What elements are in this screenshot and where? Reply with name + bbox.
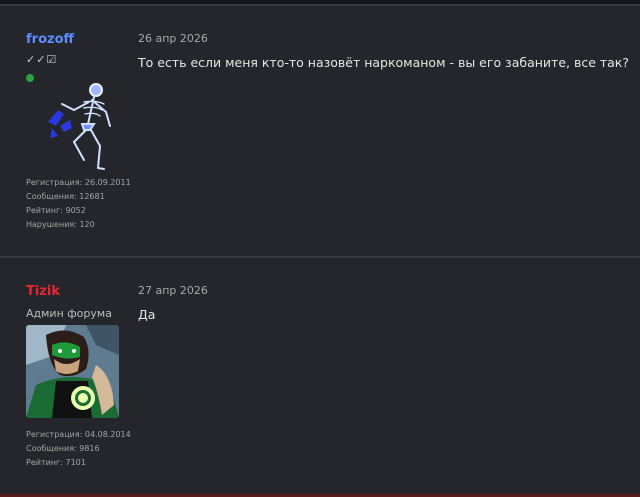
- stat-violations: Нарушения: 120: [26, 220, 95, 229]
- author-role: Админ форума: [26, 307, 112, 320]
- forum-post: frozoff ✓✓☑ Регистрация: 26.09.2011 Сооб…: [0, 5, 640, 257]
- author-username[interactable]: frozoff: [26, 32, 136, 47]
- stat-registration: Регистрация: 26.09.2011: [26, 178, 131, 187]
- stat-registration: Регистрация: 04.08.2014: [26, 430, 131, 439]
- post-date[interactable]: 26 апр 2026: [138, 32, 629, 45]
- post-message: Да: [138, 307, 156, 322]
- post-author: Tizik Админ форума: [26, 284, 136, 320]
- online-status-icon: [26, 74, 34, 82]
- forum-post: Tizik Админ форума Регистрация: 04.08.20…: [0, 257, 640, 495]
- user-badges: ✓✓☑: [26, 53, 58, 66]
- post-author: frozoff ✓✓☑: [26, 32, 136, 82]
- author-stats: Регистрация: 04.08.2014 Сообщения: 9816 …: [26, 428, 131, 470]
- stat-rating: Рейтинг: 7101: [26, 458, 86, 467]
- post-content: 26 апр 2026 То есть если меня кто-то наз…: [138, 32, 629, 70]
- post-content: 27 апр 2026 Да: [138, 284, 208, 322]
- post-date[interactable]: 27 апр 2026: [138, 284, 208, 297]
- author-username[interactable]: Tizik: [26, 284, 136, 299]
- stat-rating: Рейтинг: 9052: [26, 206, 86, 215]
- stat-messages: Сообщения: 12681: [26, 192, 105, 201]
- green-lantern-avatar[interactable]: [26, 325, 119, 418]
- post-message: То есть если меня кто-то назовёт наркома…: [138, 55, 629, 70]
- stat-messages: Сообщения: 9816: [26, 444, 100, 453]
- author-stats: Регистрация: 26.09.2011 Сообщения: 12681…: [26, 176, 131, 232]
- skeleton-avatar[interactable]: [44, 80, 120, 172]
